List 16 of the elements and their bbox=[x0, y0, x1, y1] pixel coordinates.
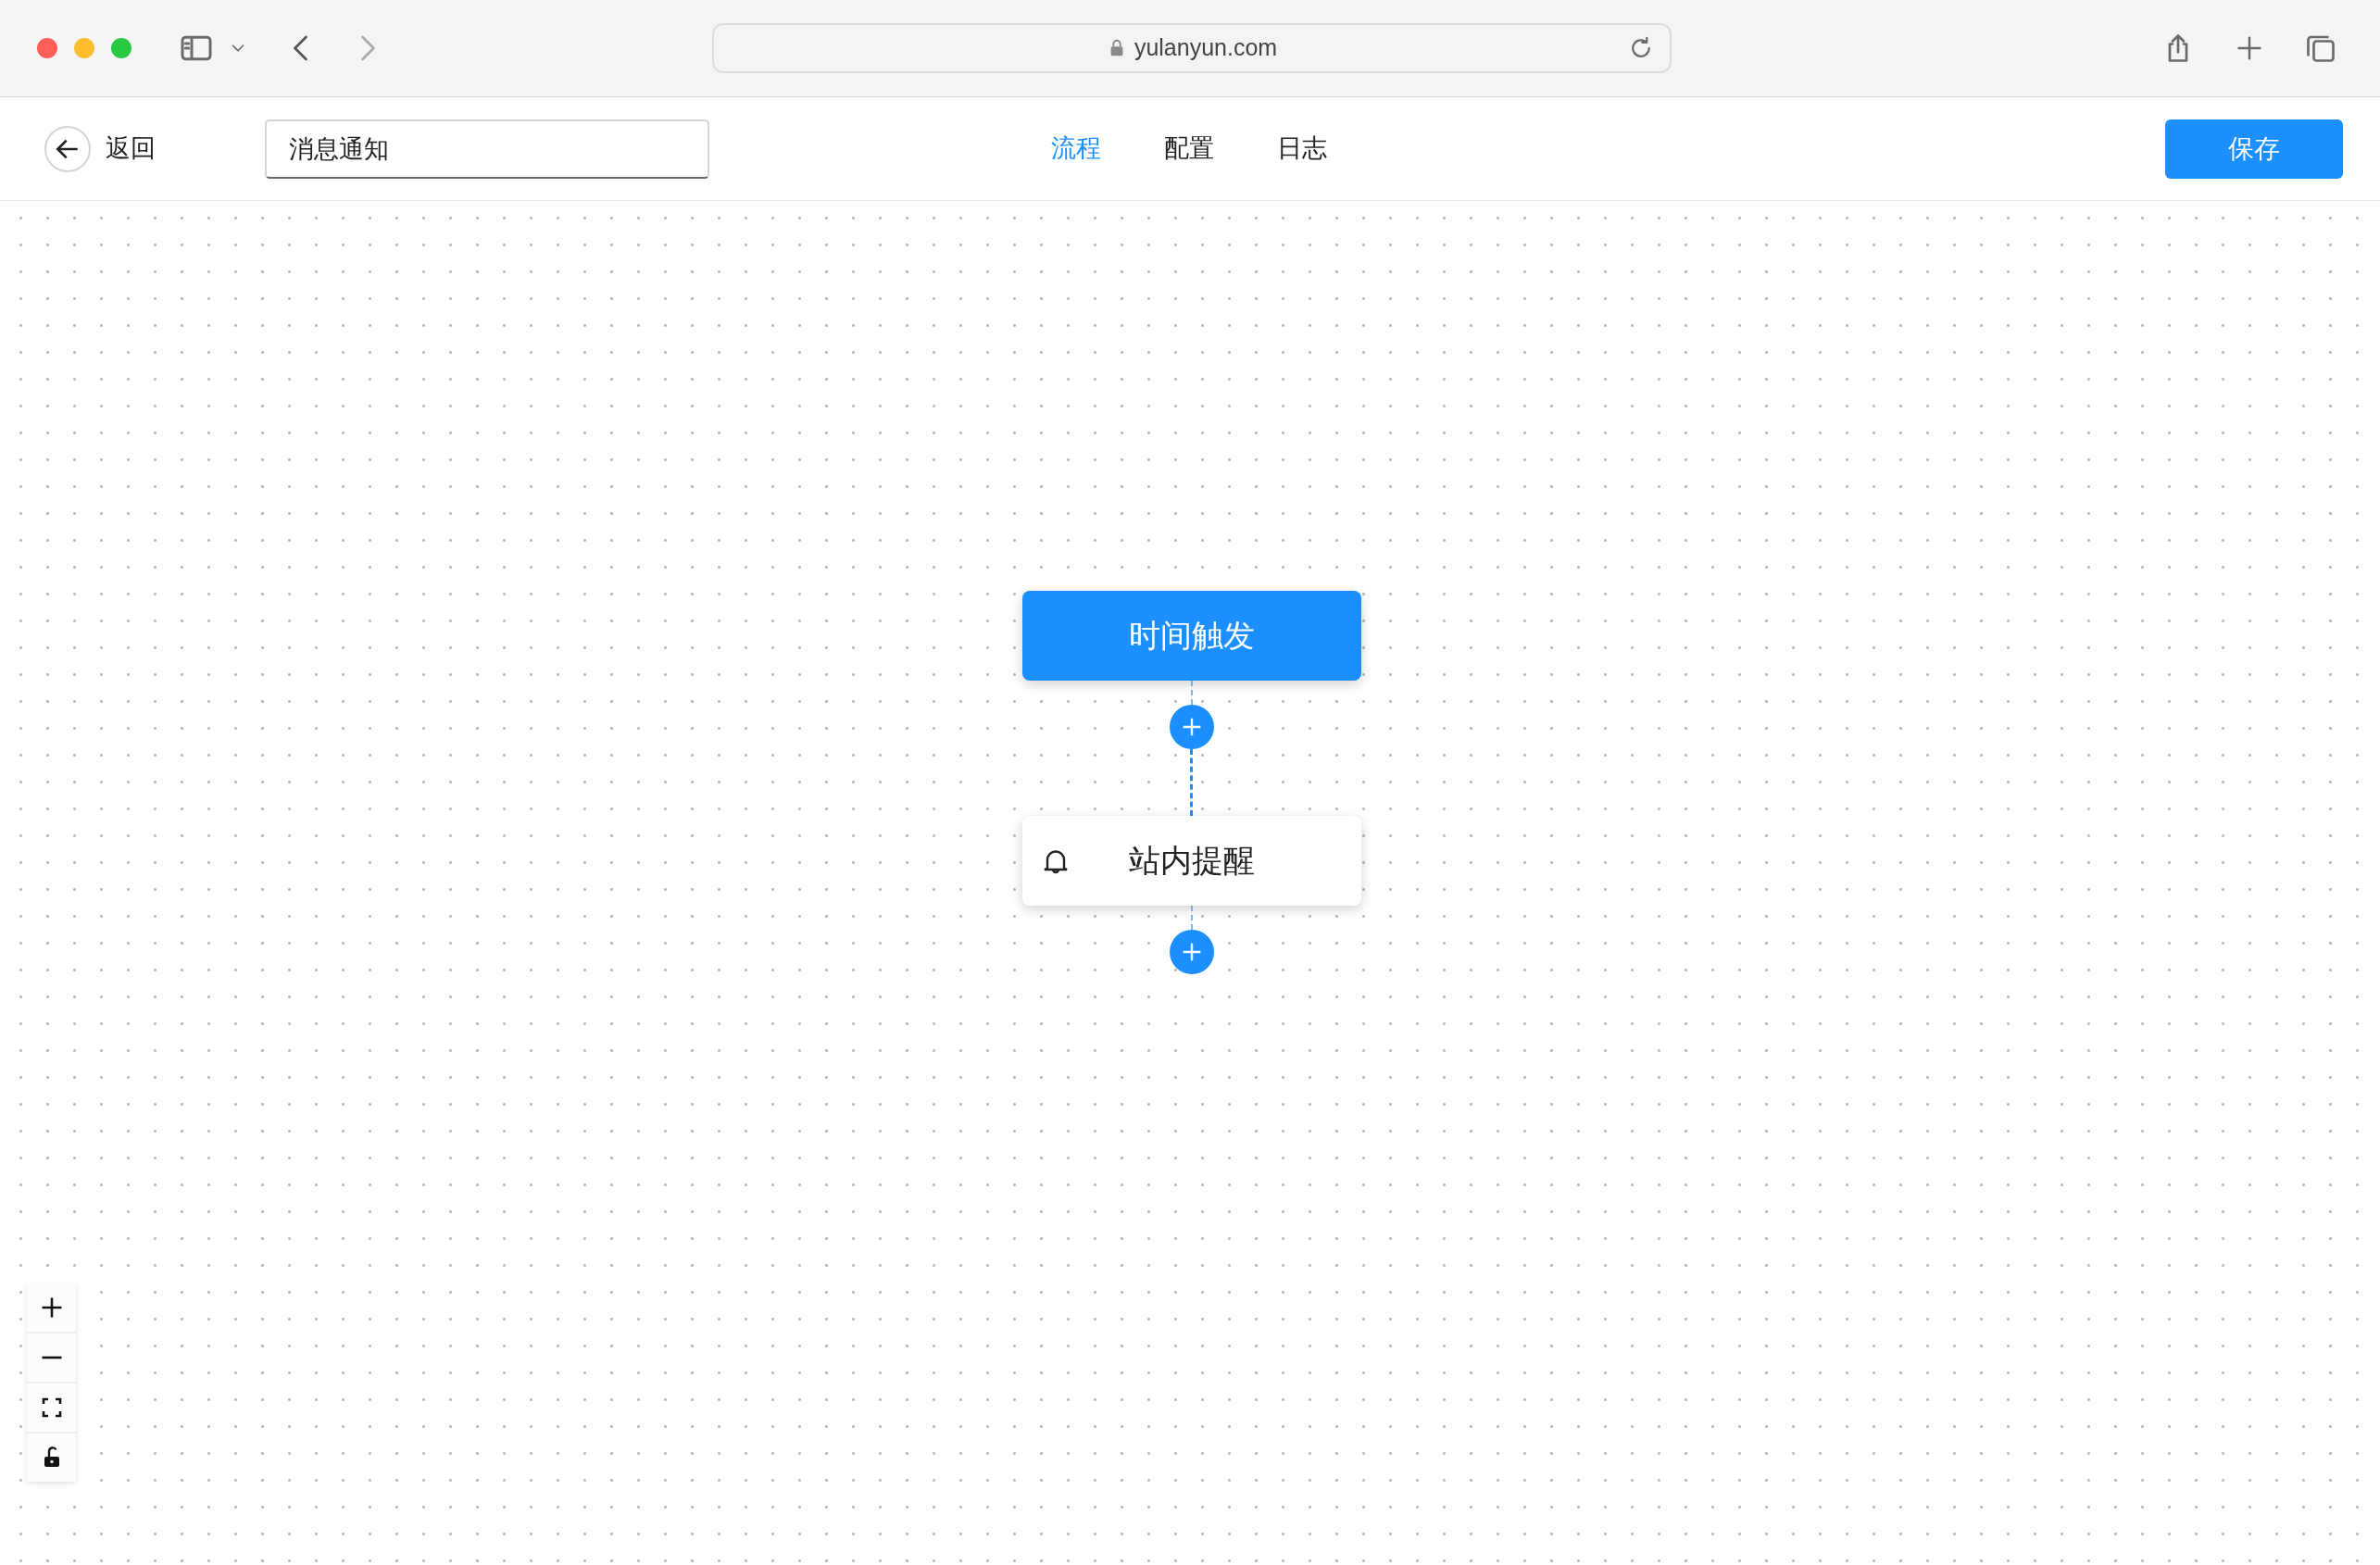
action-node[interactable]: 站内提醒 bbox=[1021, 816, 1361, 906]
tab[interactable]: 配置 bbox=[1164, 130, 1214, 168]
back-label[interactable]: 返回 bbox=[106, 130, 156, 168]
add-step-button[interactable] bbox=[1169, 705, 1214, 749]
fit-view-button[interactable] bbox=[27, 1383, 76, 1432]
address-bar[interactable]: yulanyun.com bbox=[712, 23, 1672, 73]
close-window-icon[interactable] bbox=[37, 38, 57, 58]
add-step-button[interactable] bbox=[1169, 930, 1214, 974]
lock-button[interactable] bbox=[27, 1434, 76, 1482]
tab[interactable]: 日志 bbox=[1277, 130, 1327, 168]
node-label: 站内提醒 bbox=[1128, 842, 1255, 880]
back-button[interactable] bbox=[44, 125, 91, 172]
zoom-in-button[interactable] bbox=[27, 1283, 76, 1332]
name-input-field[interactable]: 消息通知 bbox=[265, 119, 709, 179]
url-text: yulanyun.com bbox=[1134, 33, 1278, 63]
fit-view-icon bbox=[40, 1396, 63, 1419]
